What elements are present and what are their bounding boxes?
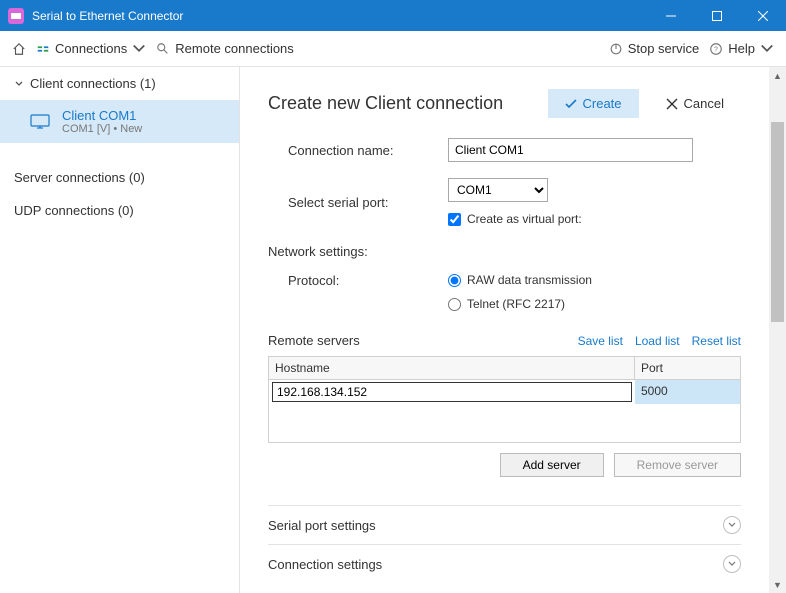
page-title: Create new Client connection xyxy=(268,93,503,114)
remote-servers-table: Hostname Port 5000 xyxy=(268,356,741,443)
protocol-raw-radio[interactable]: RAW data transmission xyxy=(448,273,741,287)
help-icon: ? xyxy=(709,42,723,56)
maximize-button[interactable] xyxy=(694,0,740,31)
protocol-telnet-radio[interactable]: Telnet (RFC 2217) xyxy=(448,297,741,311)
select-port-label: Select serial port: xyxy=(288,195,448,210)
protocol-raw-input[interactable] xyxy=(448,274,461,287)
protocol-label: Protocol: xyxy=(288,273,448,288)
connection-name-input[interactable] xyxy=(448,138,693,162)
close-button[interactable] xyxy=(740,0,786,31)
scroll-up-arrow[interactable]: ▲ xyxy=(769,67,786,84)
protocol-telnet-label: Telnet (RFC 2217) xyxy=(467,297,565,311)
create-label: Create xyxy=(583,96,622,111)
toolbar: Connections Remote connections Stop serv… xyxy=(0,31,786,67)
expand-icon xyxy=(723,516,741,534)
table-row[interactable]: 5000 xyxy=(269,380,740,404)
svg-text:?: ? xyxy=(714,46,718,53)
network-settings-title: Network settings: xyxy=(268,244,741,259)
remote-connections-button[interactable]: Remote connections xyxy=(156,41,294,56)
power-icon xyxy=(609,42,623,56)
server-connections-group[interactable]: Server connections (0) xyxy=(0,161,239,194)
title-bar: Serial to Ethernet Connector xyxy=(0,0,786,31)
remove-server-button: Remove server xyxy=(614,453,741,477)
app-title: Serial to Ethernet Connector xyxy=(32,9,648,23)
vertical-scrollbar[interactable]: ▲ ▼ xyxy=(769,67,786,593)
create-button[interactable]: Create xyxy=(548,89,639,118)
udp-group-label: UDP connections (0) xyxy=(14,203,134,218)
sidebar-item-sub: COM1 [V] • New xyxy=(62,123,142,135)
remote-connections-label: Remote connections xyxy=(175,41,294,56)
chevron-down-icon xyxy=(132,42,146,56)
content-area: Create new Client connection Create Canc… xyxy=(240,67,769,593)
load-list-link[interactable]: Load list xyxy=(635,334,680,348)
create-virtual-input[interactable] xyxy=(448,213,461,226)
home-button[interactable] xyxy=(12,42,26,56)
connections-label: Connections xyxy=(55,41,127,56)
add-server-button[interactable]: Add server xyxy=(500,453,604,477)
minimize-button[interactable] xyxy=(648,0,694,31)
hostname-input[interactable] xyxy=(272,382,632,402)
check-icon xyxy=(565,98,577,110)
table-empty-area[interactable] xyxy=(269,404,740,442)
home-icon xyxy=(12,42,26,56)
sidebar: Client connections (1) Client COM1 COM1 … xyxy=(0,67,240,593)
save-list-link[interactable]: Save list xyxy=(578,334,623,348)
connections-icon xyxy=(36,42,50,56)
help-dropdown[interactable]: ? Help xyxy=(709,41,774,56)
scroll-thumb[interactable] xyxy=(771,122,784,322)
search-icon xyxy=(156,42,170,56)
col-hostname[interactable]: Hostname xyxy=(269,357,635,379)
stop-service-label: Stop service xyxy=(628,41,700,56)
serial-port-select[interactable]: COM1 xyxy=(448,178,548,202)
expand-icon xyxy=(723,555,741,573)
col-port[interactable]: Port xyxy=(635,357,740,379)
app-icon xyxy=(8,8,24,24)
protocol-raw-label: RAW data transmission xyxy=(467,273,592,287)
connection-settings-section[interactable]: Connection settings xyxy=(268,544,741,583)
reset-list-link[interactable]: Reset list xyxy=(692,334,741,348)
sidebar-item-client-com1[interactable]: Client COM1 COM1 [V] • New xyxy=(0,100,239,143)
client-connections-group[interactable]: Client connections (1) xyxy=(0,67,239,100)
connection-name-label: Connection name: xyxy=(288,143,448,158)
close-icon xyxy=(666,98,678,110)
create-virtual-checkbox[interactable]: Create as virtual port: xyxy=(448,212,741,226)
scroll-down-arrow[interactable]: ▼ xyxy=(769,576,786,593)
sidebar-item-name: Client COM1 xyxy=(62,108,142,123)
cancel-label: Cancel xyxy=(684,96,724,111)
port-cell[interactable]: 5000 xyxy=(635,380,740,404)
chevron-down-icon xyxy=(14,79,24,89)
monitor-icon xyxy=(30,114,52,130)
serial-port-settings-section[interactable]: Serial port settings xyxy=(268,505,741,544)
server-group-label: Server connections (0) xyxy=(14,170,145,185)
protocol-telnet-input[interactable] xyxy=(448,298,461,311)
udp-connections-group[interactable]: UDP connections (0) xyxy=(0,194,239,227)
create-virtual-label: Create as virtual port: xyxy=(467,212,582,226)
client-group-label: Client connections (1) xyxy=(30,76,156,91)
connections-dropdown[interactable]: Connections xyxy=(36,41,146,56)
serial-port-settings-label: Serial port settings xyxy=(268,518,376,533)
help-label: Help xyxy=(728,41,755,56)
chevron-down-icon xyxy=(760,42,774,56)
cancel-button[interactable]: Cancel xyxy=(649,89,741,118)
stop-service-button[interactable]: Stop service xyxy=(609,41,700,56)
connection-settings-label: Connection settings xyxy=(268,557,382,572)
remote-servers-title: Remote servers xyxy=(268,333,360,348)
